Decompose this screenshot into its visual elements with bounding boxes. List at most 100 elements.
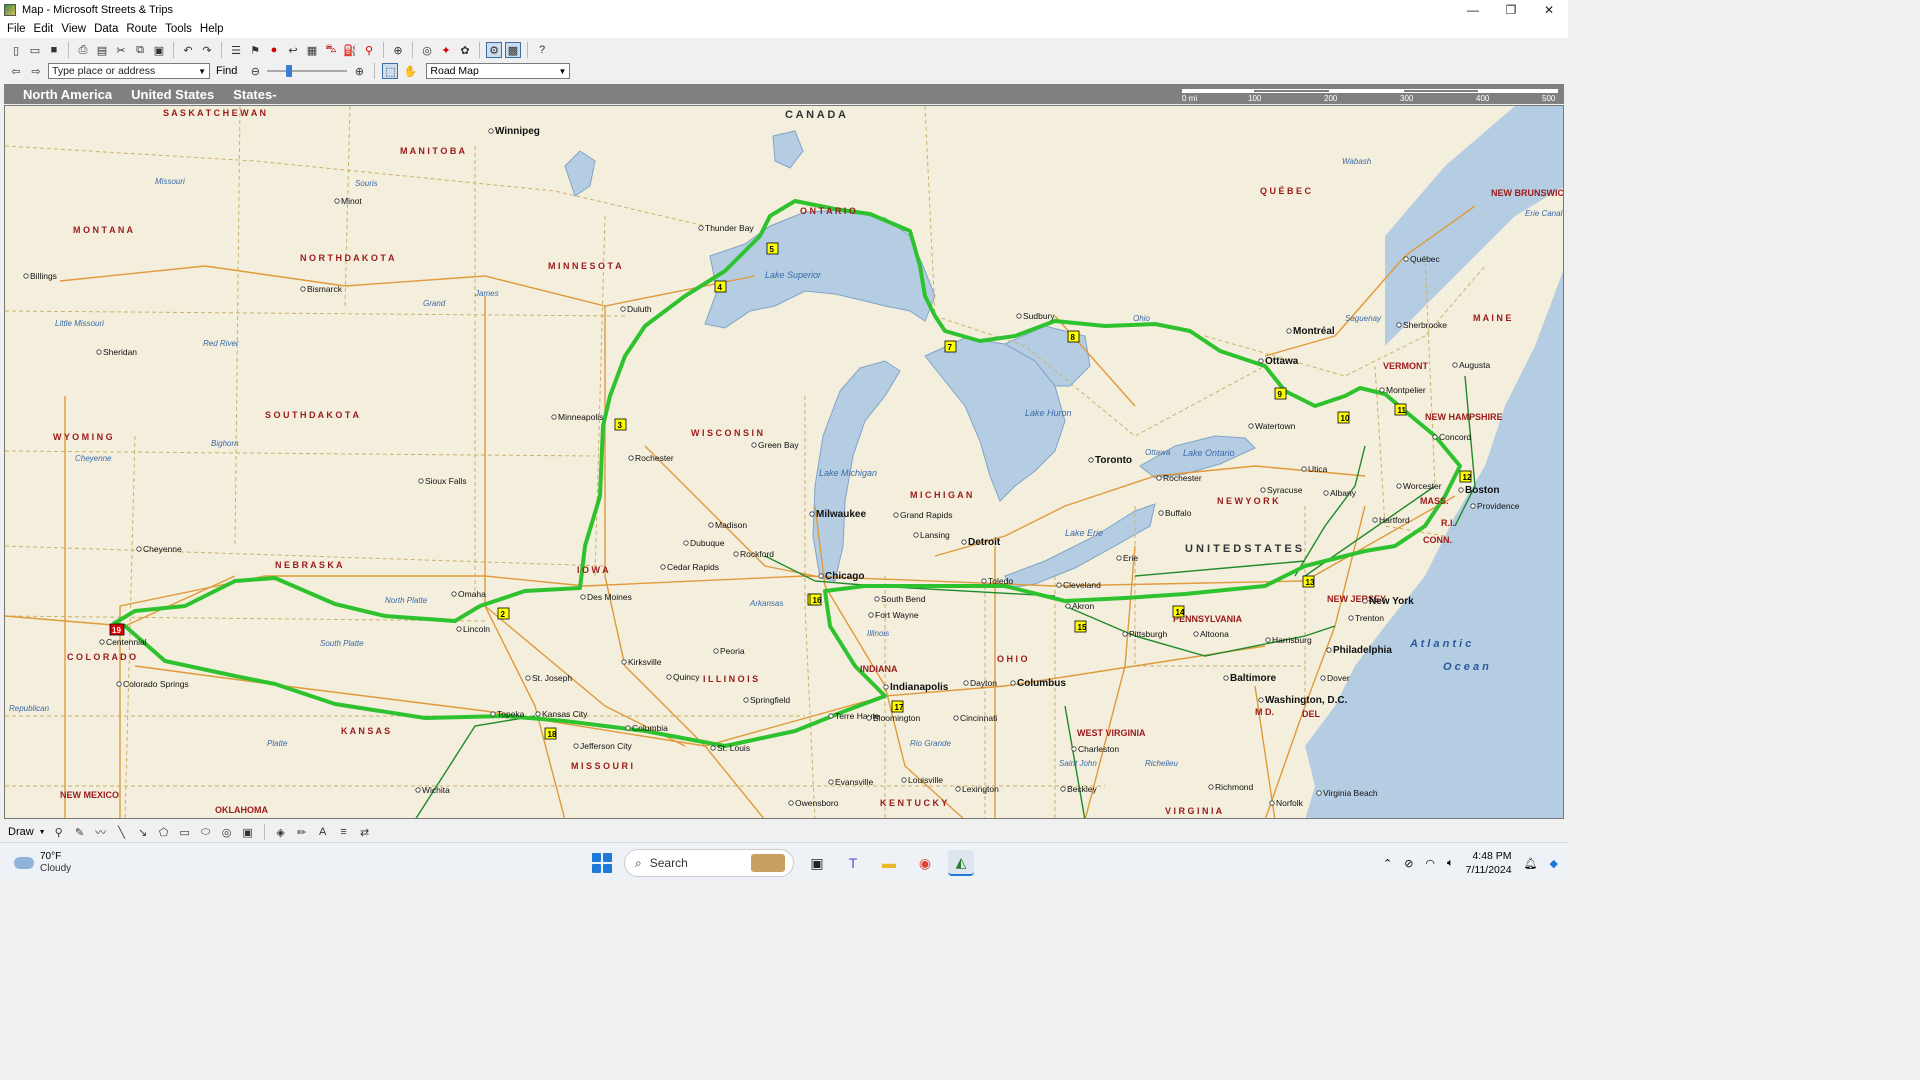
city-dot[interactable] [1286,328,1292,334]
city-dot[interactable] [953,715,959,721]
chevron-down-icon[interactable]: ▼ [198,67,206,76]
city-dot[interactable] [751,442,757,448]
city-dot[interactable] [1208,784,1214,790]
freeform-icon[interactable]: ⬠ [156,824,172,840]
overview-map-icon[interactable]: ▩ [505,42,521,58]
legend-icon[interactable]: ☰ [228,42,244,58]
city-dot[interactable] [1470,503,1476,509]
city-dot[interactable] [666,674,672,680]
new-icon[interactable]: ▯ [8,42,24,58]
menu-route[interactable]: Route [126,23,157,35]
draw-menu-button[interactable]: Draw [8,826,34,838]
city-dot[interactable] [1260,487,1266,493]
return-icon[interactable]: ↩ [285,42,301,58]
breadcrumb-north-america[interactable]: North America [23,87,112,102]
city-dot[interactable] [1432,434,1438,440]
city-dot[interactable] [828,713,834,719]
save-icon[interactable]: ■ [46,42,62,58]
pushpin-tool-icon[interactable]: ⚲ [51,824,67,840]
city-dot[interactable] [710,745,716,751]
city-dot[interactable] [893,512,899,518]
clock[interactable]: 4:48 PM 7/11/2024 [1466,849,1512,877]
menu-tools[interactable]: Tools [165,23,192,35]
city-dot[interactable] [743,697,749,703]
copy-icon[interactable]: ⧉ [132,42,148,58]
menu-view[interactable]: View [61,23,86,35]
city-dot[interactable] [1316,790,1322,796]
city-dot[interactable] [551,414,557,420]
stop-icon[interactable]: ● [266,42,282,58]
city-dot[interactable] [733,551,739,557]
city-dot[interactable] [1323,490,1329,496]
city-dot[interactable] [99,639,105,645]
show-hidden-icons-icon[interactable]: ⌃ [1383,857,1392,870]
city-dot[interactable] [660,564,666,570]
find-button[interactable]: Find [216,65,237,77]
line-tool-icon[interactable]: ╲ [114,824,130,840]
paste-icon[interactable]: ▣ [151,42,167,58]
city-dot[interactable] [451,591,457,597]
city-dot[interactable] [868,612,874,618]
gps-icon[interactable]: ⊕ [390,42,406,58]
highlighter-icon[interactable]: ✎ [72,824,88,840]
find-nearby-icon[interactable]: ◎ [419,42,435,58]
font-color-icon[interactable]: A [315,824,331,840]
city-dot[interactable] [961,539,967,545]
city-dot[interactable] [713,648,719,654]
pushpin-icon[interactable]: ⚲ [361,42,377,58]
freehand-icon[interactable]: 〰 [93,824,109,840]
notification-bell-icon[interactable]: 🔔︎ [1524,857,1538,870]
city-dot[interactable] [1193,631,1199,637]
directions-icon[interactable]: ▦ [304,42,320,58]
city-dot[interactable] [1223,675,1229,681]
city-dot[interactable] [136,546,142,552]
location-sensor-icon[interactable]: ✦ [438,42,454,58]
open-icon[interactable]: ▭ [27,42,43,58]
city-dot[interactable] [1265,637,1271,643]
city-dot[interactable] [683,540,689,546]
copilot-icon[interactable]: ◆ [1550,857,1558,870]
city-dot[interactable] [116,681,122,687]
traffic-icon[interactable]: ✿ [457,42,473,58]
city-dot[interactable] [866,715,872,721]
city-dot[interactable] [625,725,631,731]
zoom-slider-knob[interactable] [285,65,292,77]
map-svg[interactable]: C A N A D A U N I T E D S T A T E S S A S … [5,106,1564,819]
city-dot[interactable] [818,573,824,579]
city-dot[interactable] [488,128,494,134]
pan-hand-icon[interactable]: ✋ [402,63,418,79]
city-dot[interactable] [698,225,704,231]
volume-icon[interactable]: 🔈︎ [1447,857,1454,870]
city-dot[interactable] [809,511,815,517]
city-dot[interactable] [96,349,102,355]
car-icon[interactable]: ⛍ [323,42,339,58]
city-dot[interactable] [1010,680,1016,686]
city-dot[interactable] [883,684,889,690]
arrow-tool-icon[interactable]: ↘ [135,824,151,840]
line-color-icon[interactable]: ✏ [294,824,310,840]
city-dot[interactable] [874,596,880,602]
help-icon[interactable]: ? [534,42,550,58]
vpn-icon[interactable]: ⊘ [1404,857,1413,870]
city-dot[interactable] [708,522,714,528]
fuel-icon[interactable]: ⛽ [342,42,358,58]
map-style-select[interactable]: Road Map ▼ [426,63,571,79]
city-dot[interactable] [963,680,969,686]
city-dot[interactable] [620,306,626,312]
teams-icon[interactable]: T [840,850,866,876]
city-dot[interactable] [1060,786,1066,792]
city-dot[interactable] [1362,598,1368,604]
city-dot[interactable] [981,578,987,584]
forward-arrow-icon[interactable]: ⇨ [28,63,44,79]
wifi-icon[interactable]: ◠ [1425,857,1435,870]
city-dot[interactable] [1056,582,1062,588]
city-dot[interactable] [1248,423,1254,429]
city-dot[interactable] [1458,487,1464,493]
breadcrumb-states[interactable]: States- [233,87,276,102]
city-dot[interactable] [300,286,306,292]
menu-file[interactable]: File [7,23,26,35]
city-dot[interactable] [1071,746,1077,752]
city-dot[interactable] [1156,475,1162,481]
map-canvas[interactable]: C A N A D A U N I T E D S T A T E S S A S … [4,105,1564,819]
rectangle-tool-icon[interactable]: ▭ [177,824,193,840]
